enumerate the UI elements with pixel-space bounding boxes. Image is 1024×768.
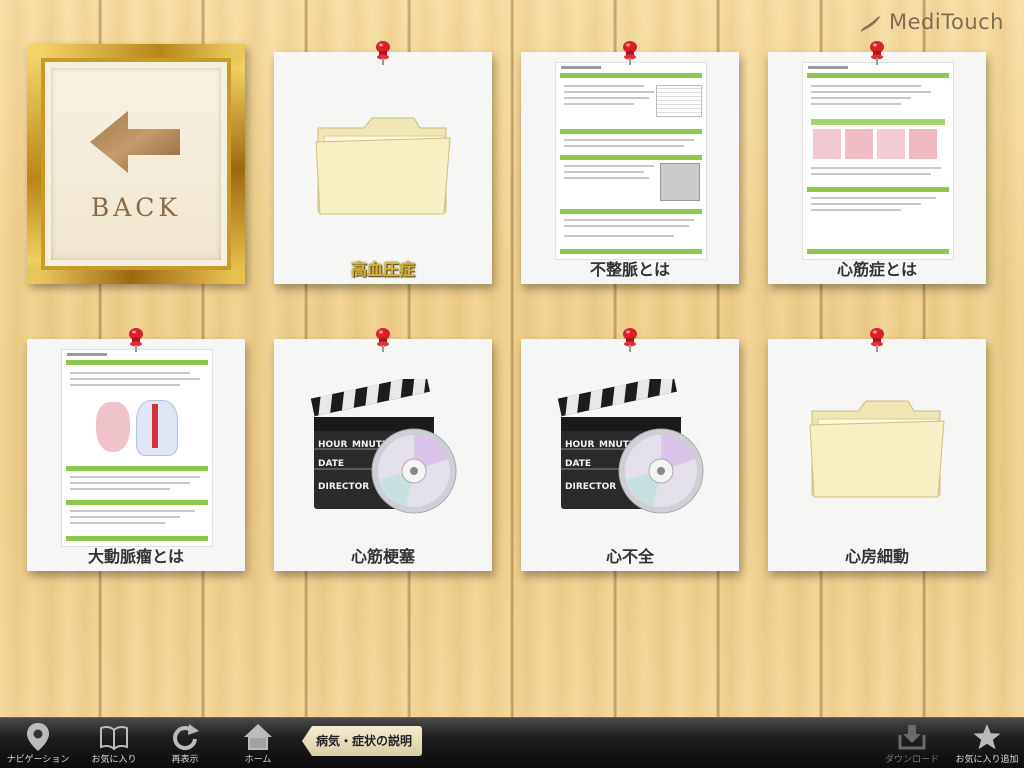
- back-label: BACK: [90, 192, 182, 222]
- home-label: ホーム: [244, 755, 272, 765]
- folder-icon: [809, 400, 945, 498]
- pushpin-icon: [870, 41, 884, 65]
- meditouch-logo: MediTouch: [859, 10, 1004, 34]
- clap-hour-label: HOUR: [318, 440, 347, 450]
- favorites-label: お気に入り: [91, 755, 137, 765]
- folder-icon: [315, 117, 451, 215]
- logo-text: MediTouch: [889, 10, 1004, 34]
- pushpin-icon: [870, 328, 884, 352]
- card-label: 高血圧症: [350, 260, 415, 279]
- card-label: 心房細動: [844, 547, 909, 566]
- main-screen: MediTouch BACK 高血圧症 不整脈とは 心筋症とは 大動脈瘤とは H…: [0, 0, 1024, 768]
- add-favorite-label: お気に入り追加: [955, 755, 1019, 765]
- back-button[interactable]: BACK: [27, 44, 245, 284]
- download-button[interactable]: ダウンロード: [876, 718, 948, 768]
- add-favorite-button[interactable]: お気に入り追加: [951, 718, 1023, 768]
- download-icon: [898, 725, 926, 750]
- card-label: 大動脈瘤とは: [87, 547, 184, 566]
- pushpin-icon: [623, 41, 637, 65]
- pushpin-icon: [376, 41, 390, 65]
- clap-director-label: DIRECTOR: [318, 482, 369, 492]
- left-arrow-icon: [90, 110, 180, 173]
- document-thumbnail: [802, 62, 954, 260]
- breadcrumb-current[interactable]: 病気・症状の説明: [302, 726, 423, 756]
- card-arrhythmia[interactable]: 不整脈とは: [521, 41, 739, 284]
- home-icon: [244, 724, 272, 750]
- document-thumbnail: [61, 349, 213, 547]
- card-aortic-aneurysm[interactable]: 大動脈瘤とは: [27, 328, 245, 571]
- card-hypertension[interactable]: 高血圧症: [274, 41, 492, 284]
- back-button-canvas: BACK: [51, 68, 221, 260]
- video-clapboard-icon: HOUR MNUTE DATE DIRECTOR: [557, 379, 704, 514]
- clap-director-label: DIRECTOR: [565, 482, 616, 492]
- pushpin-icon: [129, 328, 143, 352]
- star-icon: [973, 724, 1001, 750]
- card-atrial-fibrillation[interactable]: 心房細動: [768, 328, 986, 571]
- clap-date-label: DATE: [318, 459, 344, 469]
- clap-hour-label: HOUR: [565, 440, 594, 450]
- leaf-logo-icon: [860, 15, 882, 32]
- bottom-toolbar: ナビゲーション お気に入り 再表示 ホーム 病気・症状の説明 ダウンロード お気…: [0, 717, 1024, 768]
- card-label: 不整脈とは: [589, 260, 670, 279]
- card-label: 心不全: [605, 547, 654, 566]
- redisplay-label: 再表示: [171, 755, 199, 765]
- navigation-label: ナビゲーション: [6, 755, 70, 765]
- video-clapboard-icon: HOUR MNUTE DATE DIRECTOR: [310, 379, 457, 514]
- favorites-button[interactable]: お気に入り: [78, 718, 150, 768]
- map-pin-icon: [27, 723, 49, 751]
- open-book-icon: [100, 725, 128, 751]
- navigation-button[interactable]: ナビゲーション: [2, 718, 74, 768]
- card-cardiomyopathy[interactable]: 心筋症とは: [768, 41, 986, 284]
- redisplay-button[interactable]: 再表示: [149, 718, 221, 768]
- card-label: 心筋梗塞: [350, 547, 415, 566]
- download-label: ダウンロード: [884, 755, 939, 765]
- card-myocardial-infarction[interactable]: HOUR MNUTE DATE DIRECTOR 心筋梗塞: [274, 328, 492, 571]
- document-thumbnail: [555, 62, 707, 260]
- clap-date-label: DATE: [565, 459, 591, 469]
- home-button[interactable]: ホーム: [222, 718, 294, 768]
- refresh-icon: [173, 724, 199, 751]
- pushpin-icon: [376, 328, 390, 352]
- card-label: 心筋症とは: [836, 260, 917, 279]
- pushpin-icon: [623, 328, 637, 352]
- card-heart-failure[interactable]: HOUR MNUTE DATE DIRECTOR 心不全: [521, 328, 739, 571]
